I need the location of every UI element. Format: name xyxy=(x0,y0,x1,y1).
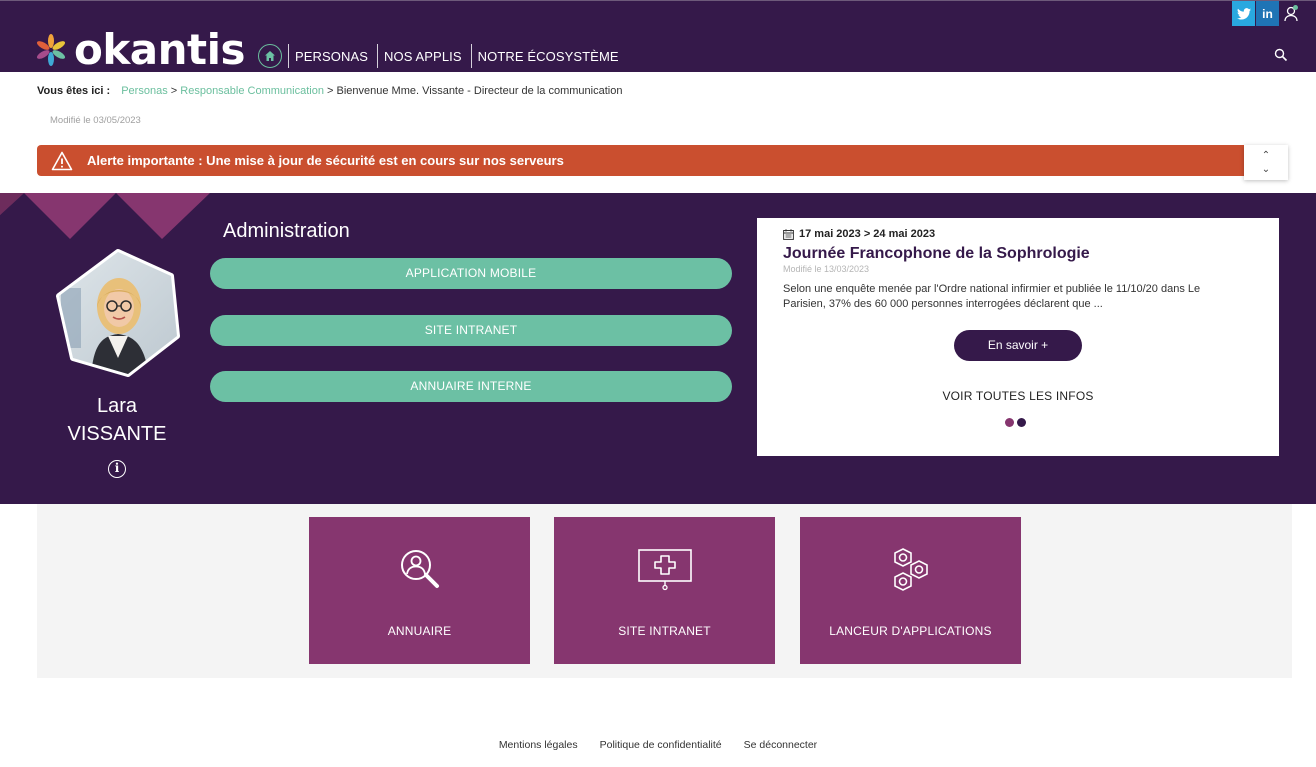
alert-banner: Alerte importante : Une mise à jour de s… xyxy=(37,145,1245,176)
site-intranet-button[interactable]: SITE INTRANET xyxy=(210,315,732,346)
twitter-icon[interactable] xyxy=(1232,1,1255,26)
screen-plus-icon xyxy=(637,549,692,591)
nav-nos-applis[interactable]: NOS APPLIS xyxy=(378,49,471,64)
tile-lanceur-applications[interactable]: LANCEUR D'APPLICATIONS xyxy=(800,517,1021,664)
calendar-icon xyxy=(783,228,794,240)
logo-text: okantis xyxy=(74,25,246,74)
chevron-up-icon[interactable]: ⌃ xyxy=(1262,149,1270,163)
avatar xyxy=(56,249,180,377)
nav-personas[interactable]: PERSONAS xyxy=(289,49,377,64)
carousel-dot[interactable] xyxy=(1017,418,1026,427)
tile-label: ANNUAIRE xyxy=(387,624,452,638)
warning-icon xyxy=(51,151,73,170)
search-icon[interactable] xyxy=(1274,48,1288,62)
footer-confidentialite[interactable]: Politique de confidentialité xyxy=(600,739,722,751)
info-icon[interactable]: i xyxy=(108,460,126,478)
top-header: in okantis PERSONAS NOS APPLIS NOTRE ÉCO… xyxy=(0,0,1316,72)
tile-label: LANCEUR D'APPLICATIONS xyxy=(829,624,992,638)
profile-first-name: Lara xyxy=(96,395,138,417)
tile-annuaire[interactable]: ANNUAIRE xyxy=(309,517,530,664)
main-nav: PERSONAS NOS APPLIS NOTRE ÉCOSYSTÈME xyxy=(258,44,628,68)
footer-mentions-legales[interactable]: Mentions légales xyxy=(499,739,578,751)
footer-logout[interactable]: Se déconnecter xyxy=(744,739,818,751)
profile-last-name: VISSANTE xyxy=(67,423,167,445)
user-account-icon[interactable] xyxy=(1280,1,1304,26)
tile-site-intranet[interactable]: SITE INTRANET xyxy=(554,517,775,664)
search-user-icon xyxy=(400,550,439,588)
linkedin-icon[interactable]: in xyxy=(1256,1,1279,26)
nav-divider xyxy=(288,44,289,68)
news-card: 17 mai 2023 > 24 mai 2023 Journée Franco… xyxy=(757,218,1279,456)
annuaire-interne-button[interactable]: ANNUAIRE INTERNE xyxy=(210,371,732,402)
chevron-down-icon[interactable]: ⌄ xyxy=(1262,163,1270,177)
tile-label: SITE INTRANET xyxy=(618,624,711,638)
footer: Mentions légales Politique de confidenti… xyxy=(0,739,1316,751)
decorative-zigzag xyxy=(0,193,210,239)
breadcrumb-separator: > xyxy=(327,85,334,97)
news-date-text: 17 mai 2023 > 24 mai 2023 xyxy=(799,228,936,240)
hexagons-icon xyxy=(893,548,928,591)
app-mobile-button[interactable]: APPLICATION MOBILE xyxy=(210,258,732,289)
nav-divider xyxy=(377,44,379,68)
breadcrumb-label: Vous êtes ici : xyxy=(37,85,111,97)
breadcrumb-responsable[interactable]: Responsable Communication xyxy=(180,85,324,97)
okantis-logo[interactable]: okantis xyxy=(34,25,246,74)
logo-mark-icon xyxy=(36,34,66,66)
breadcrumb-current: Bienvenue Mme. Vissante - Directeur de l… xyxy=(336,85,623,97)
carousel-dot[interactable] xyxy=(1005,418,1014,427)
news-more-button[interactable]: En savoir + xyxy=(954,330,1082,361)
all-news-link[interactable]: VOIR TOUTES LES INFOS xyxy=(757,389,1279,403)
news-modified: Modifié le 13/03/2023 xyxy=(783,264,870,274)
nav-notre-ecosysteme[interactable]: NOTRE ÉCOSYSTÈME xyxy=(472,49,628,64)
carousel-dots xyxy=(1005,418,1029,427)
breadcrumb-personas[interactable]: Personas xyxy=(121,85,167,97)
breadcrumb: Vous êtes ici : Personas > Responsable C… xyxy=(37,85,622,97)
news-date: 17 mai 2023 > 24 mai 2023 xyxy=(783,228,935,240)
news-body: Selon une enquête menée par l'Ordre nati… xyxy=(783,283,1201,310)
nav-divider xyxy=(470,44,472,68)
profile-band: Lara VISSANTE i Administration APPLICATI… xyxy=(0,193,1316,504)
alert-text: Alerte importante : Une mise à jour de s… xyxy=(87,153,564,168)
alert-navigation: ⌃ ⌄ xyxy=(1244,145,1288,180)
breadcrumb-separator: > xyxy=(170,85,178,97)
admin-title: Administration xyxy=(223,220,350,242)
page-modified-date: Modifié le 03/05/2023 xyxy=(50,115,141,126)
home-icon[interactable] xyxy=(258,44,282,68)
social-bar: in xyxy=(1232,1,1304,26)
news-title[interactable]: Journée Francophone de la Sophrologie xyxy=(783,245,1090,263)
